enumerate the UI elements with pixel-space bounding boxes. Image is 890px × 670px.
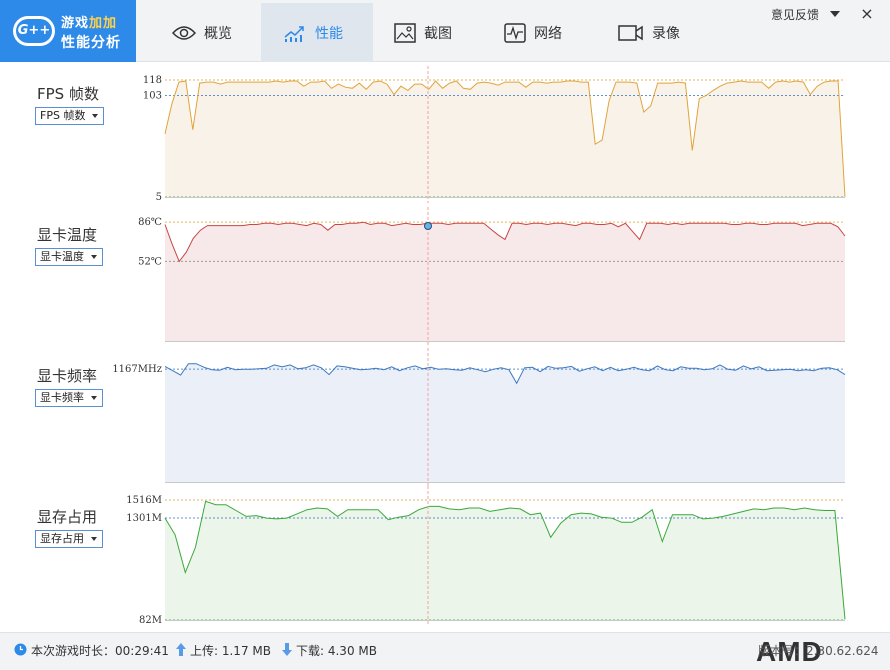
download-label: 下载: 4.30 MB	[296, 644, 377, 658]
version-label: 版本号：2.30.62.624	[758, 644, 879, 658]
gpu-temp-tick-label: 86℃	[138, 217, 162, 228]
app-window: G++ 游戏加加 性能分析 概览 性能 截图 网络 录像 意见反馈 × FPS …	[0, 0, 890, 670]
clock-icon	[14, 643, 27, 659]
fps-tick-label: 103	[143, 91, 162, 102]
upload-stat: 上传: 1.17 MB	[176, 642, 271, 659]
fps-tick-label: 5	[156, 192, 162, 203]
cursor-marker	[424, 222, 432, 230]
fps-area	[165, 81, 845, 197]
gpu-temp-tick-label: 52℃	[138, 256, 162, 267]
upload-arrow-icon	[176, 642, 186, 659]
session-time: 本次游戏时长：00:29:41	[14, 642, 169, 659]
vram-tick-label: 82M	[139, 615, 162, 626]
status-bar: 本次游戏时长：00:29:41 上传: 1.17 MB 下载: 4.30 MB …	[0, 632, 890, 670]
download-stat: 下载: 4.30 MB	[282, 642, 377, 659]
upload-label: 上传: 1.17 MB	[190, 644, 271, 658]
fps-tick-label: 118	[143, 75, 162, 86]
download-arrow-icon	[282, 642, 292, 659]
vram-tick-label: 1301M	[126, 513, 162, 524]
vram-area	[165, 501, 845, 620]
charts-canvas: 118 103 5 86℃ 52℃ 1167MHz 1516M 1301M 82M	[112, 66, 846, 626]
gpu-clock-tick-label: 1167MHz	[112, 364, 162, 375]
gpu-clock-area	[165, 363, 845, 482]
vram-tick-label: 1516M	[126, 495, 162, 506]
session-time-label: 本次游戏时长：00:29:41	[31, 644, 169, 658]
